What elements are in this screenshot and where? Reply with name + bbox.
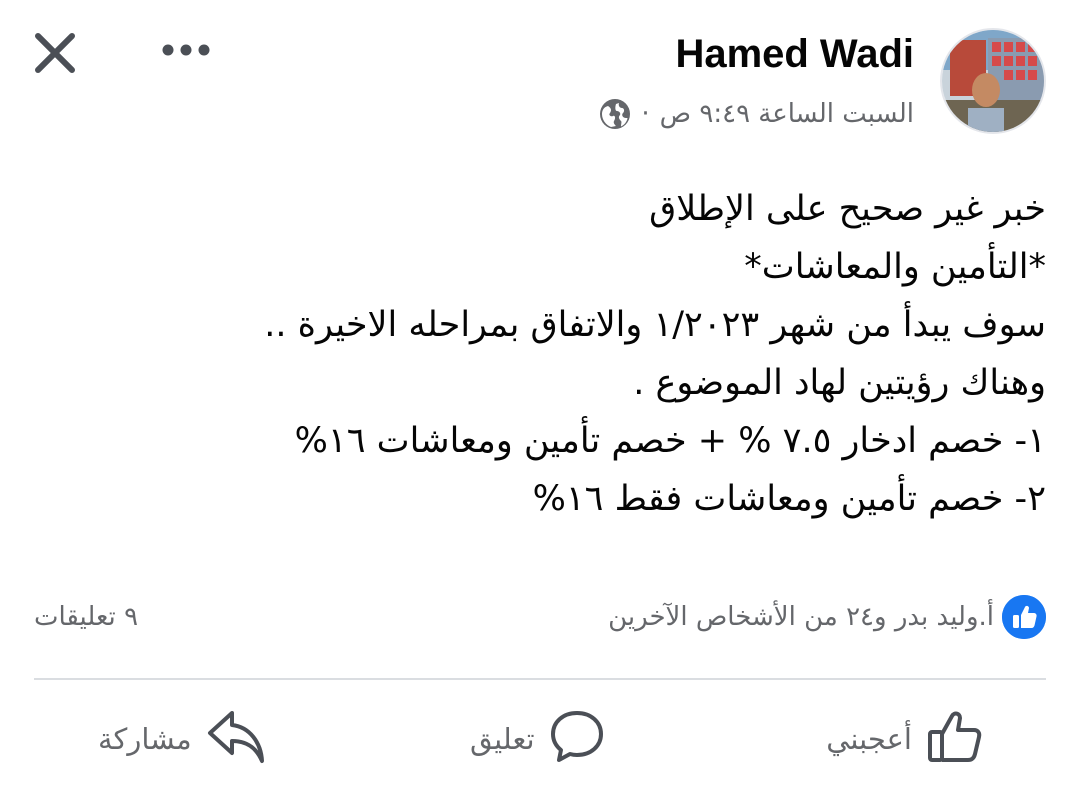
thumbs-up-icon xyxy=(926,708,984,771)
post-line: *التأمين والمعاشات* xyxy=(744,247,1046,287)
avatar-photo xyxy=(942,30,1044,132)
meta-separator: · xyxy=(641,99,650,129)
comment-button[interactable]: تعليق xyxy=(470,706,605,772)
post-body: خبر غير صحيح على الإطلاق *التأمين والمعا… xyxy=(86,180,1046,528)
comment-label: تعليق xyxy=(470,722,535,756)
post-meta: السبت الساعة ٩:٤٩ ص · xyxy=(599,92,914,136)
author-name[interactable]: Hamed Wadi xyxy=(675,30,914,78)
share-button[interactable]: مشاركة xyxy=(98,706,266,772)
avatar[interactable] xyxy=(940,28,1046,134)
divider xyxy=(34,678,1046,680)
close-icon xyxy=(35,33,75,73)
like-button[interactable]: أعجبني xyxy=(826,706,984,772)
share-label: مشاركة xyxy=(98,722,192,756)
post-line: سوف يبدأ من شهر ١/٢٠٢٣ والاتفاق بمراحله … xyxy=(264,305,1046,345)
share-arrow-icon xyxy=(206,707,266,772)
reactions-text: أ.وليد بدر و٢٤ من الأشخاص الآخرين xyxy=(608,602,994,632)
like-reaction-icon xyxy=(1002,595,1046,639)
comment-bubble-icon xyxy=(549,708,605,771)
post-line: خبر غير صحيح على الإطلاق xyxy=(649,189,1046,229)
comments-count[interactable]: ٩ تعليقات xyxy=(34,594,138,640)
globe-icon xyxy=(599,98,631,130)
post-line: ٢- خصم تأمين ومعاشات فقط ١٦% xyxy=(532,479,1046,519)
more-dots-icon xyxy=(162,44,210,56)
post-line: وهناك رؤيتين لهاد الموضوع . xyxy=(633,363,1046,403)
reactions-summary[interactable]: أ.وليد بدر و٢٤ من الأشخاص الآخرين xyxy=(608,594,1046,640)
post-timestamp[interactable]: السبت الساعة ٩:٤٩ ص xyxy=(660,99,914,129)
more-options-button[interactable] xyxy=(160,38,212,62)
post-line: ١- خصم ادخار ٧.٥ % + خصم تأمين ومعاشات ١… xyxy=(294,421,1046,461)
close-button[interactable] xyxy=(30,28,80,78)
like-label: أعجبني xyxy=(826,722,912,756)
